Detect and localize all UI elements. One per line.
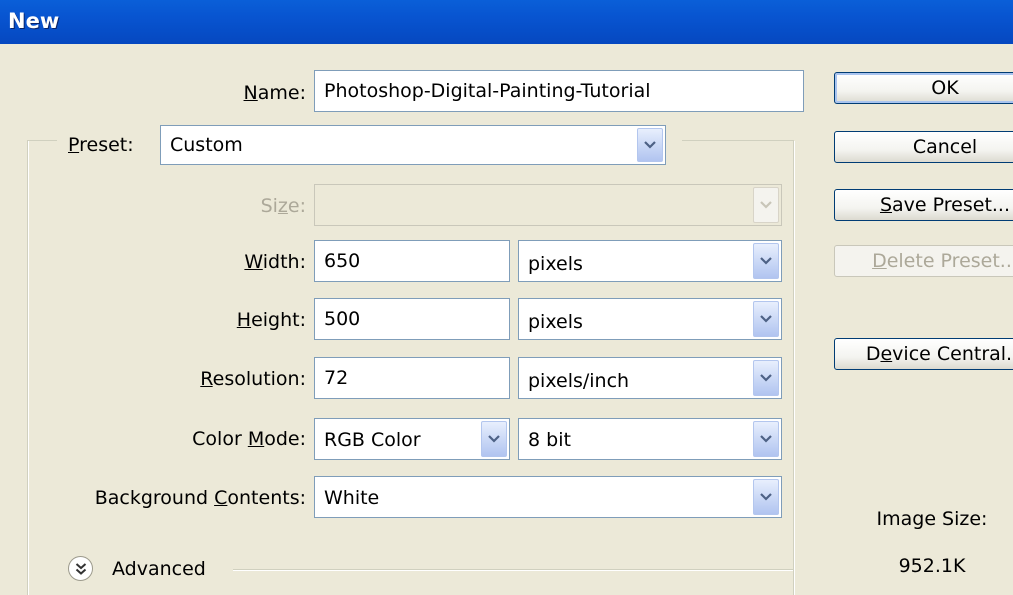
delete-preset-button[interactable]: Delete Preset... bbox=[834, 245, 1013, 277]
preset-group-left-highlight bbox=[28, 141, 29, 595]
preset-select[interactable]: Custom bbox=[160, 125, 666, 165]
height-input[interactable]: 500 bbox=[314, 298, 510, 340]
device-central-button[interactable]: Device Central... bbox=[834, 338, 1013, 370]
chevron-down-icon bbox=[760, 493, 772, 501]
chevron-down-icon bbox=[760, 201, 772, 209]
image-size-value: 952.1K bbox=[898, 555, 966, 577]
preset-group-right-highlight bbox=[794, 141, 795, 595]
chevron-down-icon bbox=[760, 374, 772, 382]
resolution-unit-value: pixels/inch bbox=[528, 370, 630, 392]
background-contents-select[interactable]: White bbox=[314, 476, 782, 518]
preset-group-top-left-border bbox=[27, 140, 57, 141]
advanced-divider-highlight bbox=[233, 570, 793, 571]
advanced-toggle-button[interactable] bbox=[68, 556, 93, 581]
background-contents-value: White bbox=[324, 487, 380, 509]
resolution-label: Resolution: bbox=[200, 368, 306, 390]
name-input[interactable]: Photoshop-Digital-Painting-Tutorial bbox=[314, 70, 804, 112]
ok-button[interactable]: OK bbox=[834, 72, 1013, 104]
chevron-down-icon bbox=[488, 435, 500, 443]
bit-depth-dropdown-button[interactable] bbox=[753, 421, 779, 457]
preset-label: Preset: bbox=[68, 134, 134, 156]
title-bar[interactable]: New bbox=[0, 0, 1013, 44]
height-input-value: 500 bbox=[324, 308, 361, 330]
resolution-unit-select[interactable]: pixels/inch bbox=[518, 357, 782, 399]
double-chevron-down-icon bbox=[75, 562, 86, 575]
name-label: Name: bbox=[243, 82, 306, 104]
name-input-value: Photoshop-Digital-Painting-Tutorial bbox=[324, 80, 651, 102]
image-size-label: Image Size: bbox=[876, 508, 988, 530]
preset-group-top-right-border bbox=[682, 140, 794, 141]
save-preset-button[interactable]: Save Preset... bbox=[834, 189, 1013, 221]
new-document-dialog: New Name: Photoshop-Digital-Painting-Tut… bbox=[0, 0, 1013, 595]
color-mode-select[interactable]: RGB Color bbox=[314, 418, 510, 460]
width-unit-value: pixels bbox=[528, 253, 583, 275]
preset-dropdown-button[interactable] bbox=[637, 128, 663, 162]
width-label: Width: bbox=[244, 251, 306, 273]
color-mode-dropdown-button[interactable] bbox=[481, 421, 507, 457]
chevron-down-icon bbox=[760, 315, 772, 323]
preset-select-value: Custom bbox=[170, 134, 243, 156]
height-unit-dropdown-button[interactable] bbox=[753, 301, 779, 337]
color-mode-label: Color Mode: bbox=[192, 428, 306, 450]
resolution-input-value: 72 bbox=[324, 367, 349, 389]
height-unit-value: pixels bbox=[528, 311, 583, 333]
width-input-value: 650 bbox=[324, 250, 361, 272]
cancel-button[interactable]: Cancel bbox=[834, 131, 1013, 163]
chevron-down-icon bbox=[760, 435, 772, 443]
resolution-unit-dropdown-button[interactable] bbox=[753, 360, 779, 396]
bit-depth-select[interactable]: 8 bit bbox=[518, 418, 782, 460]
size-label: Size: bbox=[260, 195, 306, 217]
advanced-label[interactable]: Advanced bbox=[112, 557, 206, 581]
background-contents-dropdown-button[interactable] bbox=[753, 479, 779, 515]
window-title: New bbox=[8, 9, 60, 33]
chevron-down-icon bbox=[644, 141, 656, 149]
color-mode-value: RGB Color bbox=[324, 429, 421, 451]
size-select[interactable] bbox=[314, 184, 782, 226]
size-dropdown-button[interactable] bbox=[753, 187, 779, 223]
background-contents-label: Background Contents: bbox=[94, 487, 306, 509]
height-unit-select[interactable]: pixels bbox=[518, 298, 782, 340]
width-unit-dropdown-button[interactable] bbox=[753, 243, 779, 279]
bit-depth-value: 8 bit bbox=[528, 429, 571, 451]
width-input[interactable]: 650 bbox=[314, 240, 510, 282]
chevron-down-icon bbox=[760, 257, 772, 265]
resolution-input[interactable]: 72 bbox=[314, 357, 510, 399]
height-label: Height: bbox=[236, 309, 306, 331]
width-unit-select[interactable]: pixels bbox=[518, 240, 782, 282]
